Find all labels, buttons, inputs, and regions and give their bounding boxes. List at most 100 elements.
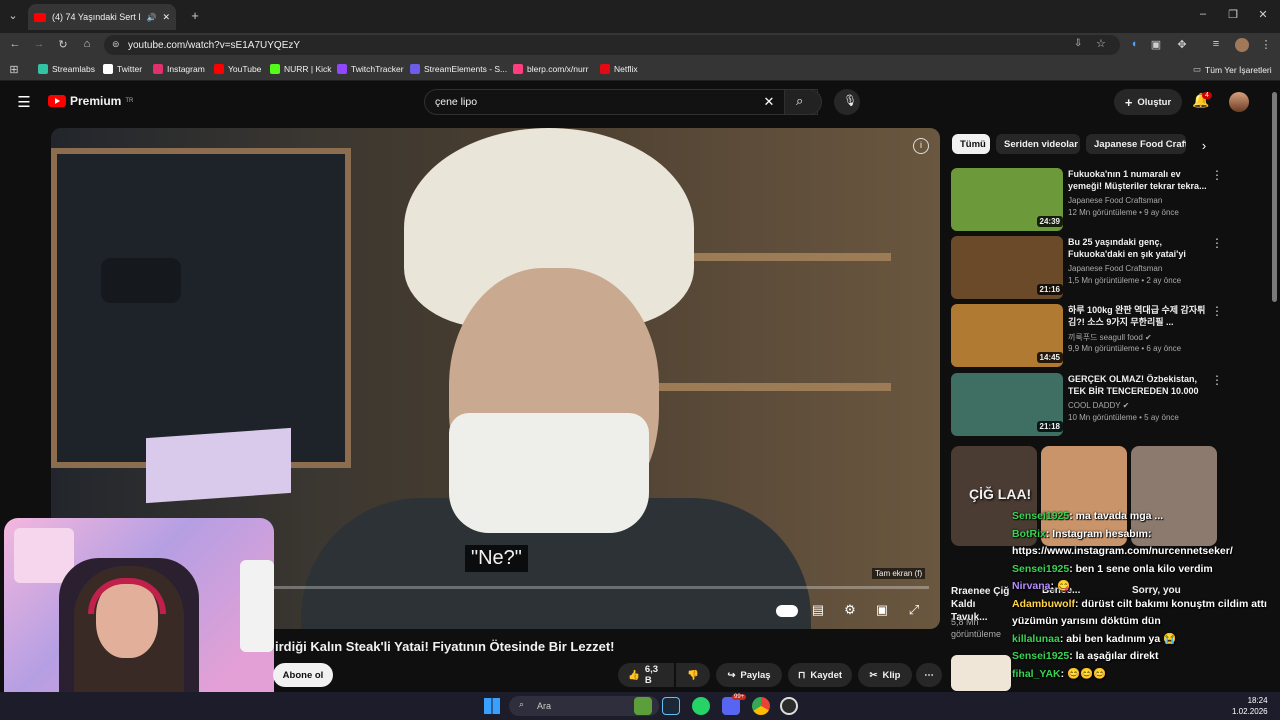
whatsapp-icon[interactable]: [692, 697, 710, 715]
miniplayer-icon[interactable]: ▣: [872, 602, 892, 620]
tissue-box: [146, 427, 291, 504]
tab-close-icon[interactable]: ✕: [162, 12, 170, 23]
more-options-icon[interactable]: ⋮: [1211, 304, 1223, 318]
info-icon[interactable]: i: [913, 138, 929, 154]
video-subtitle: "Ne?": [465, 545, 528, 572]
recommended-video[interactable]: 21:16 Bu 25 yaşındaki genç, Fukuoka'daki…: [951, 236, 1271, 299]
maximize-icon[interactable]: ❐: [1226, 8, 1240, 21]
chip-channel[interactable]: Japanese Food Crafts: [1086, 134, 1186, 154]
new-tab-icon[interactable]: +: [188, 8, 202, 23]
reload-icon[interactable]: ↻: [56, 38, 70, 51]
home-icon[interactable]: ⌂: [80, 38, 94, 50]
taskview-icon[interactable]: [634, 697, 652, 715]
recommended-video[interactable]: 24:39 Fukuoka'nın 1 numaralı ev yemeği! …: [951, 168, 1271, 231]
youtube-icon: [214, 64, 224, 74]
bookmark-netflix[interactable]: Netflix: [600, 64, 638, 74]
like-button[interactable]: 👍 6,3 B: [618, 663, 674, 687]
notification-count-badge: 4: [1202, 92, 1212, 99]
more-options-icon[interactable]: ⋮: [1211, 168, 1223, 182]
profile-avatar-icon[interactable]: [1235, 38, 1249, 52]
subtitles-icon[interactable]: ▤: [808, 602, 828, 620]
bookmark-youtube[interactable]: YouTube: [214, 64, 261, 74]
browser-menu-icon[interactable]: ⋮: [1260, 38, 1272, 51]
thumbs-up-icon: 👍: [628, 669, 640, 681]
bookmark-kick[interactable]: NURR | Kick: [270, 64, 332, 74]
bookmark-twitchtracker[interactable]: TwitchTracker: [337, 64, 404, 74]
bookmark-twitter[interactable]: Twitter: [103, 64, 142, 74]
streamelements-icon: [410, 64, 420, 74]
x-icon: [103, 64, 113, 74]
recommended-video[interactable]: 14:45 하루 100kg 완판 역대급 수제 감자튀김?! 소스 9가지 무…: [951, 304, 1271, 367]
twitchtracker-icon: [337, 64, 347, 74]
create-button[interactable]: + Oluştur: [1114, 89, 1182, 115]
short-thumbnail[interactable]: [951, 655, 1011, 691]
extension-icon-2[interactable]: ▣: [1150, 38, 1162, 51]
chat-message: fihal_YAK: 😊😊😊: [1012, 667, 1107, 680]
browser-tab-active[interactable]: (4) 74 Yaşındaki Sert Dilli K 🔊 ✕: [28, 4, 176, 30]
bookmark-streamelements[interactable]: StreamElements - S...: [410, 64, 507, 74]
all-bookmarks[interactable]: ▭ Tüm Yer İşaretleri: [1193, 64, 1272, 75]
video-card-channel: Japanese Food Craftsman: [1068, 264, 1163, 273]
extension-icon[interactable]: ◖: [1128, 38, 1140, 50]
save-button[interactable]: ⊓ Kaydet: [788, 663, 852, 687]
more-actions-button[interactable]: ⋯: [916, 663, 942, 687]
chat-username: killalunaa: [1012, 632, 1060, 645]
recommended-video[interactable]: 21:18 GERÇEK OLMAZ! Özbekistan, TEK BİR …: [951, 373, 1271, 436]
bookmark-star-icon[interactable]: ☆: [1096, 37, 1106, 50]
more-options-icon[interactable]: ⋮: [1211, 373, 1223, 387]
hamburger-menu-icon[interactable]: ☰: [16, 93, 32, 111]
page-scrollbar[interactable]: [1272, 92, 1277, 302]
settings-gear-icon[interactable]: ⚙: [840, 602, 860, 620]
video-thumbnail: 21:16: [951, 236, 1063, 299]
more-options-icon[interactable]: ⋮: [1211, 236, 1223, 250]
share-button[interactable]: ↪ Paylaş: [716, 663, 782, 687]
short-views: 5,8 Mn görüntüleme: [951, 617, 1002, 639]
minimize-icon[interactable]: –: [1196, 8, 1210, 20]
speaker-icon[interactable]: 🔊: [146, 13, 156, 22]
account-avatar[interactable]: [1229, 92, 1249, 112]
subscribe-button[interactable]: Abone ol: [273, 663, 333, 687]
tab-list-icon[interactable]: ⌄: [6, 9, 20, 22]
search-icon: ⌕: [796, 93, 804, 108]
instagram-icon: [153, 64, 163, 74]
video-card-title: Fukuoka'nın 1 numaralı ev yemeği! Müşter…: [1068, 169, 1207, 191]
bookmark-instagram[interactable]: Instagram: [153, 64, 205, 74]
bookmark-blerp[interactable]: blerp.com/x/nurr: [513, 64, 588, 74]
media-control-icon[interactable]: ≡: [1210, 38, 1222, 50]
bookmark-streamlabs[interactable]: Streamlabs: [38, 64, 95, 74]
chat-message: Nirvana: 😋: [1012, 580, 1071, 592]
video-card-title: 하루 100kg 완판 역대급 수제 감자튀김?! 소스 9가지 무한리필 ..…: [1068, 305, 1206, 327]
chat-username: Sensei1925: [1012, 510, 1070, 522]
video-thumbnail: 21:18: [951, 373, 1063, 436]
address-bar[interactable]: ⊜ youtube.com/watch?v=sE1A7UYQEzY ⇩ ☆: [104, 35, 1120, 55]
search-button[interactable]: ⌕: [784, 89, 822, 115]
chrome-icon[interactable]: [752, 697, 770, 715]
obs-icon[interactable]: [780, 697, 798, 715]
back-icon[interactable]: ←: [8, 38, 22, 50]
fullscreen-icon[interactable]: ⤢: [904, 602, 924, 620]
steam-icon[interactable]: [662, 697, 680, 715]
install-icon[interactable]: ⇩: [1074, 38, 1082, 49]
streamlabs-icon: [38, 64, 48, 74]
dislike-button[interactable]: 👎: [676, 663, 710, 687]
clear-search-icon[interactable]: ✕: [762, 94, 776, 110]
extensions-puzzle-icon[interactable]: ✥: [1176, 38, 1188, 51]
site-info-icon[interactable]: ⊜: [112, 39, 120, 50]
system-clock[interactable]: 18:24 1.02.2026: [1232, 695, 1268, 717]
plus-icon: +: [1124, 94, 1133, 110]
window-close-icon[interactable]: ✕: [1256, 8, 1270, 21]
chip-series-videos[interactable]: Seriden videolar: [996, 134, 1080, 154]
clip-button[interactable]: ✂ Klip: [858, 663, 912, 687]
browser-tab-bar: ⌄ (4) 74 Yaşındaki Sert Dilli K 🔊 ✕ + – …: [0, 0, 1280, 33]
youtube-logo[interactable]: Premium TR: [48, 94, 133, 108]
forward-icon[interactable]: →: [32, 38, 46, 50]
more-dots-icon: ⋯: [924, 669, 934, 681]
chevron-right-icon[interactable]: ›: [1198, 138, 1210, 153]
apps-grid-icon[interactable]: ⊞: [8, 63, 20, 76]
youtube-play-icon: [48, 95, 66, 107]
chip-all[interactable]: Tümü: [952, 134, 990, 154]
search-input[interactable]: çene lipo: [424, 89, 818, 115]
autoplay-toggle[interactable]: [776, 605, 798, 617]
voice-search-button[interactable]: 🎙: [834, 89, 860, 115]
windows-start-icon[interactable]: [484, 698, 500, 714]
